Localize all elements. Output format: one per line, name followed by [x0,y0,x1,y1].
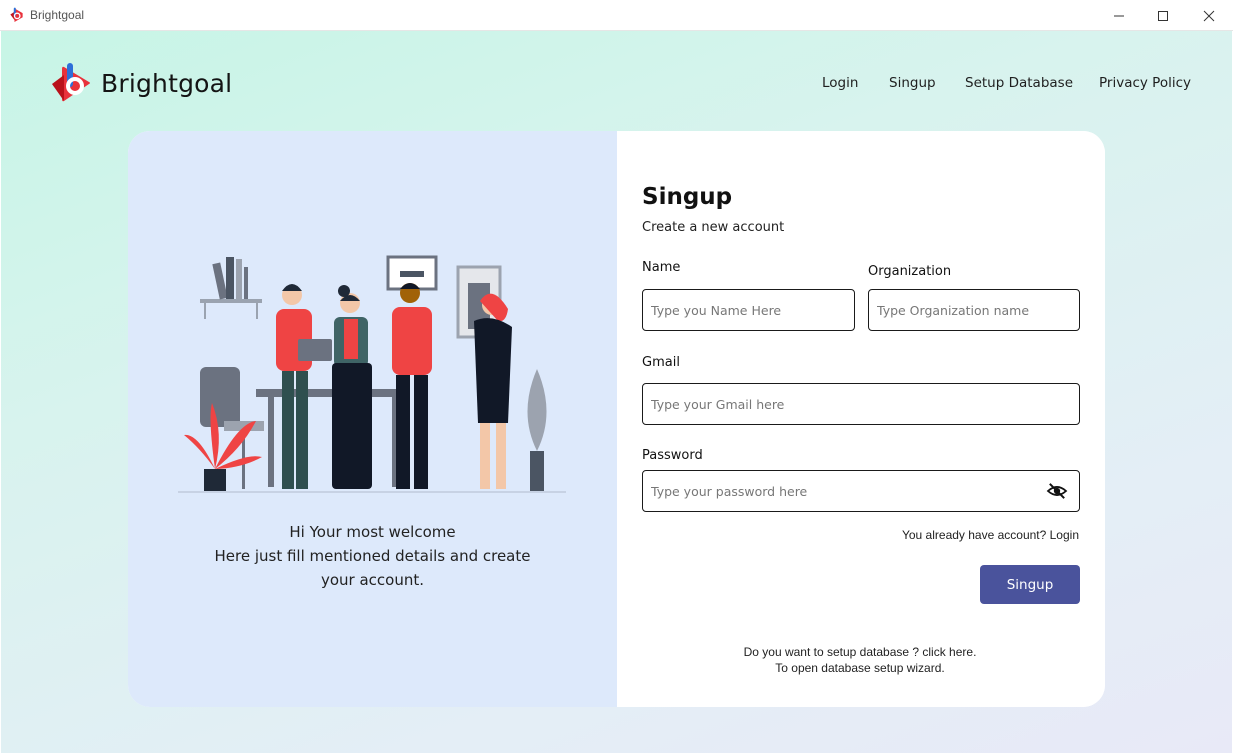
app-icon [10,7,23,22]
welcome-line-2: Here just fill mentioned details and cre… [214,547,531,565]
password-label: Password [642,448,703,463]
db-note-line-1: Do you want to setup database ? click he… [743,645,977,659]
window-title: Brightgoal [30,8,85,22]
team-illustration [178,255,566,493]
form-title: Singup [642,184,733,210]
minimize-button[interactable] [1096,0,1142,31]
close-icon [1203,10,1215,21]
welcome-message: Hi Your most welcome Here just fill ment… [168,520,577,592]
database-setup-link[interactable]: Do you want to setup database ? click he… [707,644,1013,676]
brightgoal-logo-icon [52,63,90,102]
login-link[interactable]: You already have account? Login [889,528,1079,542]
name-label: Name [642,260,681,275]
signup-button[interactable]: Singup [980,565,1080,604]
db-note-line-2: To open database setup wizard. [775,661,945,675]
signup-card: Hi Your most welcome Here just fill ment… [128,131,1105,707]
brand-logo[interactable]: Brightgoal [51,61,232,105]
nav-setup-database[interactable]: Setup Database [965,75,1073,91]
close-button[interactable] [1186,0,1232,31]
gmail-input[interactable] [642,383,1080,425]
nav-privacy-policy[interactable]: Privacy Policy [1099,75,1191,91]
nav-login[interactable]: Login [822,75,858,91]
organization-label: Organization [868,264,952,279]
brand-name: Brightgoal [101,68,233,98]
welcome-line-1: Hi Your most welcome [289,523,456,541]
form-subtitle: Create a new account [642,220,785,235]
title-bar: Brightgoal [0,0,1233,31]
nav-signup[interactable]: Singup [889,75,936,91]
eye-off-icon[interactable] [1046,482,1068,500]
app-window: Brightgoal Login Singup Setup Database P… [1,31,1232,753]
minimize-icon [1114,15,1124,16]
welcome-line-3: your account. [320,571,425,589]
organization-input[interactable] [868,289,1080,331]
name-input[interactable] [642,289,855,331]
gmail-label: Gmail [642,355,680,370]
maximize-button[interactable] [1140,0,1186,31]
signup-form: Singup Create a new account Name Organiz… [617,131,1105,707]
welcome-panel: Hi Your most welcome Here just fill ment… [128,131,617,707]
maximize-icon [1158,10,1168,21]
password-input[interactable] [642,470,1080,512]
